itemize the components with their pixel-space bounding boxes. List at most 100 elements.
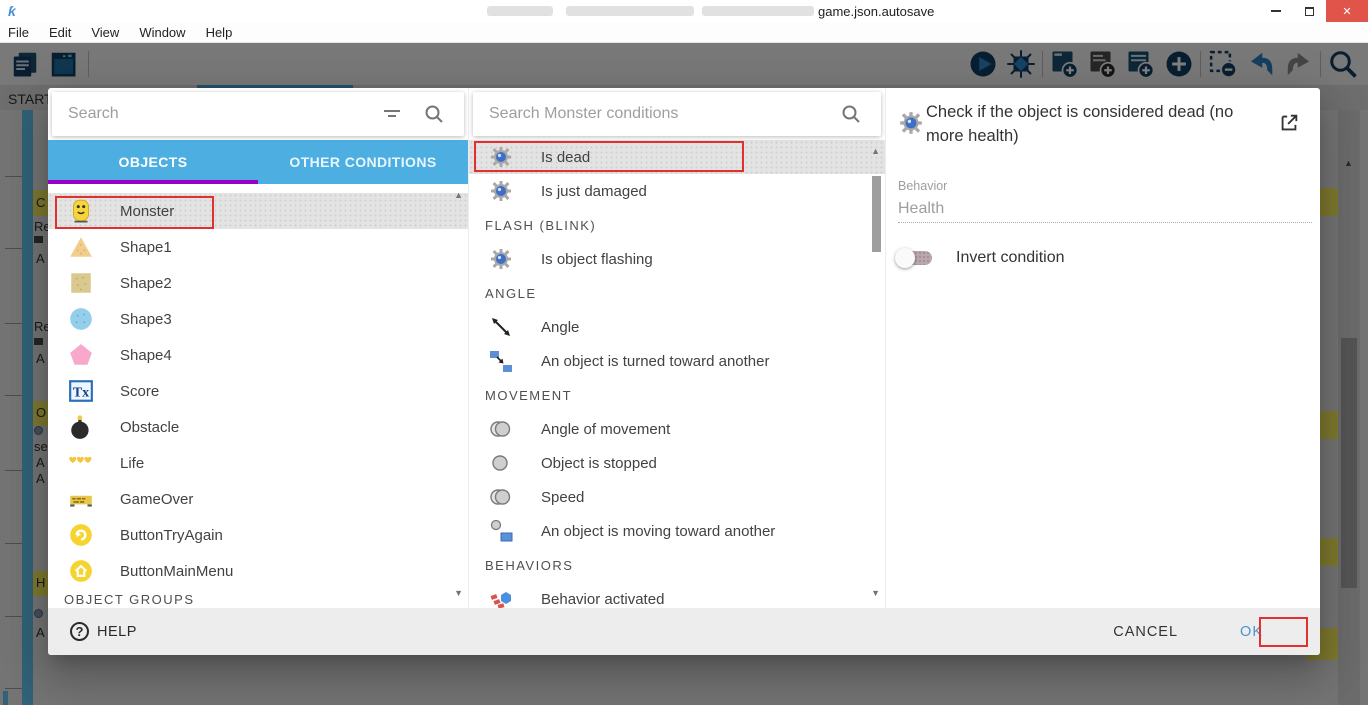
condition-group-header: ANGLE (469, 276, 885, 310)
scroll-up-icon[interactable]: ▲ (871, 146, 880, 156)
square-sprite-icon (68, 270, 94, 296)
object-label: Score (120, 383, 159, 400)
scroll-down-icon[interactable]: ▼ (454, 588, 463, 598)
toggle-knob (895, 248, 915, 268)
condition-item-behavior-activated[interactable]: Behavior activated (469, 582, 885, 608)
bomb-sprite-icon (68, 414, 94, 440)
gdevelop-logo-icon: ƙ (8, 4, 16, 18)
object-item-buttontryagain[interactable]: ButtonTryAgain (48, 517, 468, 553)
blurred-path-segment (487, 6, 553, 16)
restore-button[interactable] (1292, 0, 1326, 22)
menu-edit[interactable]: Edit (39, 25, 81, 40)
object-item-shape3[interactable]: Shape3 (48, 301, 468, 337)
menu-bar: FileEditViewWindowHelp (0, 22, 1368, 43)
object-label: Shape3 (120, 311, 172, 328)
tab-other-conditions[interactable]: OTHER CONDITIONS (258, 140, 468, 184)
speed-circles-icon (489, 485, 513, 509)
choose-condition-dialog: OBJECTSOTHER CONDITIONS Monster Shape1 Sha… (48, 88, 1320, 655)
condition-group-header: BEHAVIORS (469, 548, 885, 582)
menu-file[interactable]: File (0, 25, 39, 40)
behavior-field-label: Behavior (898, 179, 947, 193)
tab-objects[interactable]: OBJECTS (48, 140, 258, 184)
blurred-path-segment (702, 6, 814, 16)
scroll-down-icon[interactable]: ▼ (871, 588, 880, 598)
object-groups-header: OBJECT GROUPS (48, 592, 468, 607)
invert-condition-label: Invert condition (956, 249, 1065, 267)
object-label: Life (120, 455, 144, 472)
condition-item-is-just-damaged[interactable]: Is just damaged (469, 174, 885, 208)
object-item-obstacle[interactable]: Obstacle (48, 409, 468, 445)
cancel-button[interactable]: CANCEL (1113, 624, 1178, 640)
object-item-life[interactable]: Life (48, 445, 468, 481)
moving-toward-icon (489, 519, 513, 543)
condition-item-an-object-is-turned-toward-another[interactable]: An object is turned toward another (469, 344, 885, 378)
object-tabs: OBJECTSOTHER CONDITIONS (48, 140, 468, 184)
monster-sprite-icon (68, 198, 94, 224)
help-button[interactable]: ? HELP (70, 622, 137, 641)
object-list: Monster Shape1 Shape2 Shape3 Shape4 Tx Score Ob… (48, 184, 468, 608)
search-icon[interactable] (839, 102, 863, 126)
banner-sprite-icon (68, 486, 94, 512)
close-button[interactable]: ✕ (1326, 0, 1368, 22)
object-label: Shape1 (120, 239, 172, 256)
object-search-input[interactable] (52, 105, 380, 123)
conditions-panel: Is deadIs just damagedFLASH (BLINK)Is ob… (468, 88, 885, 608)
object-item-score[interactable]: Tx Score (48, 373, 468, 409)
window-title: game.json.autosave (818, 4, 934, 19)
condition-item-object-is-stopped[interactable]: Object is stopped (469, 446, 885, 480)
condition-item-is-object-flashing[interactable]: Is object flashing (469, 242, 885, 276)
ok-button[interactable]: OK (1240, 624, 1263, 640)
condition-label: An object is moving toward another (541, 523, 775, 540)
pentagon-sprite-icon (68, 342, 94, 368)
object-label: Shape4 (120, 347, 172, 364)
condition-label: Angle (541, 319, 579, 336)
open-in-new-icon[interactable] (1278, 112, 1300, 134)
turned-toward-icon (489, 349, 513, 373)
restore-icon (1305, 7, 1314, 16)
menu-help[interactable]: Help (196, 25, 243, 40)
condition-group-header: MOVEMENT (469, 378, 885, 412)
condition-label: Behavior activated (541, 591, 664, 608)
object-item-shape4[interactable]: Shape4 (48, 337, 468, 373)
object-label: GameOver (120, 491, 193, 508)
scroll-up-icon[interactable]: ▲ (454, 190, 463, 200)
minimize-button[interactable] (1258, 0, 1294, 22)
condition-label: An object is turned toward another (541, 353, 769, 370)
behavior-bricks-icon (489, 587, 513, 608)
object-label: Obstacle (120, 419, 179, 436)
condition-item-is-dead[interactable]: Is dead (469, 140, 885, 174)
flash-behavior-icon (489, 247, 513, 271)
health-behavior-icon (898, 110, 924, 136)
condition-item-angle-of-movement[interactable]: Angle of movement (469, 412, 885, 446)
condition-search-bar (473, 92, 881, 136)
condition-detail-panel: Check if the object is considered dead (… (885, 88, 1320, 608)
menu-window[interactable]: Window (129, 25, 195, 40)
object-label: Shape2 (120, 275, 172, 292)
text-object-icon: Tx (68, 378, 94, 404)
object-item-buttonmainmenu[interactable]: ButtonMainMenu (48, 553, 468, 589)
scrollbar-thumb[interactable] (872, 176, 881, 252)
object-item-gameover[interactable]: GameOver (48, 481, 468, 517)
condition-item-an-object-is-moving-toward-another[interactable]: An object is moving toward another (469, 514, 885, 548)
condition-label: Is object flashing (541, 251, 653, 268)
filter-icon[interactable] (380, 102, 404, 126)
condition-search-input[interactable] (473, 105, 839, 123)
condition-label: Is just damaged (541, 183, 647, 200)
object-item-shape1[interactable]: Shape1 (48, 229, 468, 265)
objects-panel: OBJECTSOTHER CONDITIONS Monster Shape1 Sha… (48, 88, 468, 608)
object-item-shape2[interactable]: Shape2 (48, 265, 468, 301)
condition-item-angle[interactable]: Angle (469, 310, 885, 344)
object-label: Monster (120, 203, 174, 220)
condition-item-speed[interactable]: Speed (469, 480, 885, 514)
menu-view[interactable]: View (81, 25, 129, 40)
search-icon[interactable] (422, 102, 446, 126)
triangle-sprite-icon (68, 234, 94, 260)
condition-label: Object is stopped (541, 455, 657, 472)
object-item-monster[interactable]: Monster (48, 193, 468, 229)
condition-label: Is dead (541, 149, 590, 166)
behavior-field-value[interactable]: Health (898, 200, 944, 218)
invert-condition-toggle[interactable] (898, 251, 932, 265)
stopped-circle-icon (489, 451, 513, 475)
minimize-icon (1271, 10, 1281, 12)
home-button-sprite-icon (68, 558, 94, 584)
